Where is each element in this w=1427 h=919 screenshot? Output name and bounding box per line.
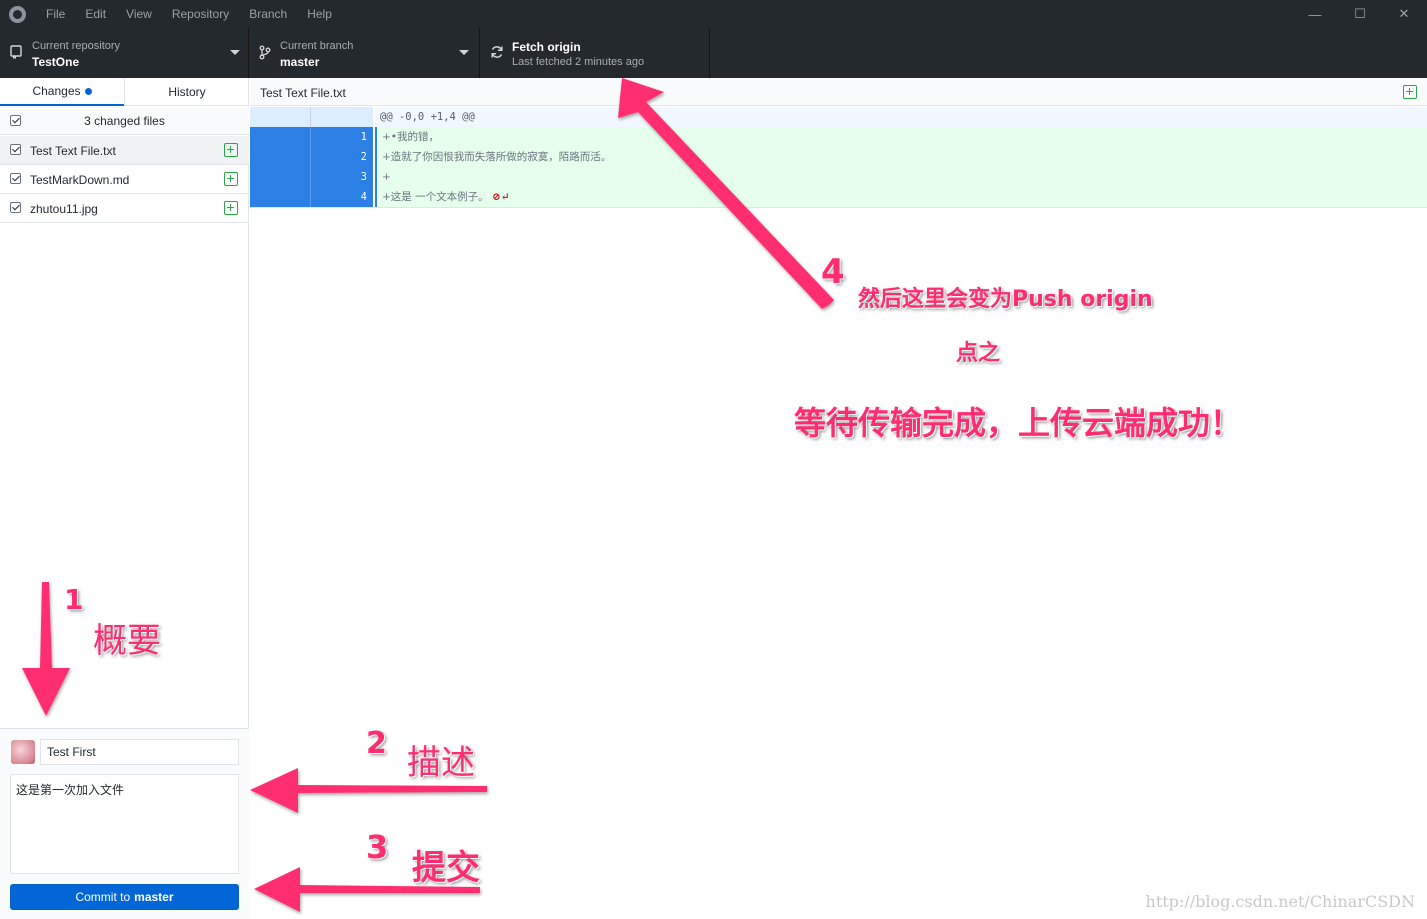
annotation-step2-number: 2	[366, 726, 387, 761]
diff-hunk-header: @@ -0,0 +1,4 @@	[250, 107, 1427, 127]
file-checkbox[interactable]	[10, 144, 21, 155]
fetch-origin-button[interactable]: Fetch origin Last fetched 2 minutes ago	[480, 28, 710, 78]
changes-header: 3 changed files	[0, 107, 249, 135]
current-repository-button[interactable]: Current repository TestOne	[0, 28, 249, 78]
file-name: TestMarkDown.md	[30, 173, 130, 187]
menu-edit[interactable]: Edit	[75, 7, 116, 21]
avatar	[11, 740, 35, 764]
watermark: http://blog.csdn.net/ChinarCSDN	[1145, 892, 1415, 911]
chevron-down-icon	[459, 50, 469, 55]
line-number: 3	[311, 167, 373, 187]
fetch-title: Fetch origin	[512, 40, 581, 54]
commit-button[interactable]: Commit to master	[10, 884, 239, 910]
minimize-icon[interactable]: —	[1292, 0, 1338, 28]
file-checkbox[interactable]	[10, 173, 21, 184]
commit-button-label: Commit to	[75, 890, 131, 904]
tab-history-label: History	[168, 85, 206, 99]
sidebar: Changes History 3 changed files Test Tex…	[0, 78, 249, 919]
file-added-icon	[224, 143, 238, 157]
annotation-step4-line3: 等待传输完成，上传云端成功！	[794, 404, 1243, 442]
hunk-header-text: @@ -0,0 +1,4 @@	[375, 107, 1427, 127]
current-branch-button[interactable]: Current branch master	[249, 28, 480, 78]
annotation-step4-number: 4	[821, 252, 845, 292]
file-added-icon	[1403, 85, 1417, 99]
line-text: +	[375, 167, 1427, 187]
file-name: zhutou11.jpg	[30, 202, 98, 216]
file-row[interactable]: Test Text File.txt	[0, 136, 249, 165]
line-text: +•我的错，	[375, 127, 1427, 147]
toolbar: Current repository TestOne Current branc…	[0, 28, 1427, 78]
commit-button-branch: master	[134, 890, 174, 904]
file-added-icon	[224, 201, 238, 215]
branch-name: master	[280, 55, 320, 69]
annotation-step3-text: 提交	[412, 848, 480, 888]
commit-summary-input[interactable]	[40, 739, 239, 765]
annotation-step3-number: 3	[366, 828, 389, 866]
annotation-step1-text: 概要	[93, 621, 161, 661]
diff-line[interactable]: 1 +•我的错，	[250, 127, 1427, 147]
sidebar-tabs: Changes History	[0, 78, 249, 106]
diff-panel: Test Text File.txt @@ -0,0 +1,4 @@ 1 +•我…	[250, 78, 1427, 919]
file-name: Test Text File.txt	[30, 144, 116, 158]
file-row[interactable]: TestMarkDown.md	[0, 165, 249, 194]
tab-changes-label: Changes	[32, 84, 81, 98]
changes-indicator-dot-icon	[84, 87, 92, 95]
branch-label: Current branch	[280, 40, 354, 52]
maximize-icon[interactable]: ☐	[1337, 0, 1383, 28]
commit-panel: 这是第一次加入文件 Commit to master	[0, 728, 249, 919]
file-row[interactable]: zhutou11.jpg	[0, 194, 249, 223]
fetch-subtitle: Last fetched 2 minutes ago	[512, 56, 645, 68]
changed-files-count: 3 changed files	[84, 114, 165, 128]
chevron-down-icon	[230, 50, 240, 55]
menu-repository[interactable]: Repository	[162, 7, 239, 21]
repository-icon	[10, 45, 24, 61]
annotation-step2-text: 描述	[407, 743, 475, 783]
diff-line[interactable]: 2 +造就了你因恨我而失落所做的寂寞，陌路而活。	[250, 147, 1427, 167]
sync-icon	[490, 45, 504, 61]
repository-label: Current repository	[32, 40, 121, 52]
line-text: +造就了你因恨我而失落所做的寂寞，陌路而活。	[375, 147, 1427, 167]
diff-line[interactable]: 4 +这是 一个文本例子。 ⊘↵	[250, 187, 1427, 207]
commit-description-input[interactable]: 这是第一次加入文件	[10, 774, 239, 874]
line-number: 2	[311, 147, 373, 167]
tab-changes[interactable]: Changes	[0, 78, 124, 106]
diff-line[interactable]: 3 +	[250, 167, 1427, 187]
diff-header: Test Text File.txt	[250, 78, 1427, 106]
line-text: +这是 一个文本例子。 ⊘↵	[375, 187, 1427, 207]
annotation-step1-number: 1	[64, 583, 84, 616]
annotation-step4-line2: 点之	[956, 341, 1001, 366]
annotation-step4-line1: 然后这里会变为Push origin	[858, 287, 1153, 312]
github-logo-icon	[9, 6, 26, 23]
menu-view[interactable]: View	[116, 7, 162, 21]
tab-history[interactable]: History	[124, 78, 249, 106]
menu-bar: File Edit View Repository Branch Help	[36, 0, 342, 28]
line-number: 1	[311, 127, 373, 147]
file-added-icon	[224, 172, 238, 186]
menu-help[interactable]: Help	[297, 7, 342, 21]
no-newline-icon: ⊘↵	[491, 191, 510, 203]
menu-file[interactable]: File	[36, 7, 75, 21]
menu-branch[interactable]: Branch	[239, 7, 297, 21]
branch-icon	[259, 45, 273, 61]
file-checkbox[interactable]	[10, 202, 21, 213]
repository-name: TestOne	[32, 55, 80, 69]
close-icon[interactable]: ✕	[1381, 0, 1427, 28]
title-bar: File Edit View Repository Branch Help — …	[0, 0, 1427, 28]
diff-file-path: Test Text File.txt	[260, 86, 346, 100]
line-number: 4	[311, 187, 373, 207]
diff-divider	[250, 207, 1427, 208]
line-text-content: +这是 一个文本例子。	[382, 191, 489, 203]
